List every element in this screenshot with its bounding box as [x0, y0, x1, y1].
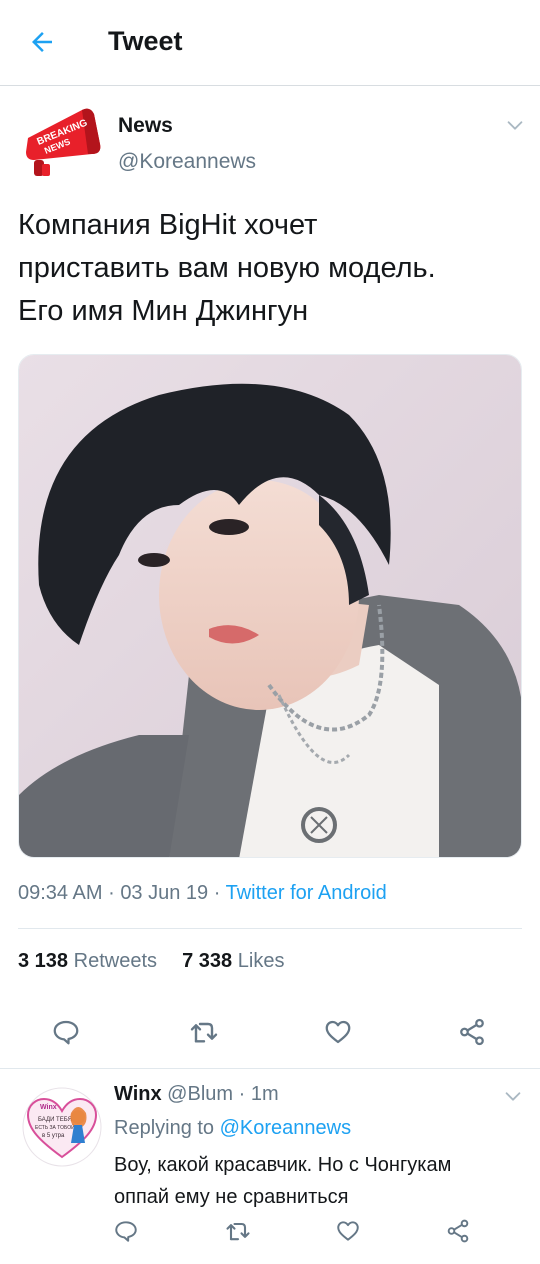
reply-button[interactable] — [106, 1211, 146, 1251]
share-icon — [447, 1219, 469, 1243]
retweets-count: 3 138 — [18, 950, 69, 972]
author-name[interactable]: News — [118, 114, 173, 138]
reply-tweet[interactable]: Winx БАДИ ТЕБЯ ЕСТЬ ЗА ТОБОЙ в 5 утра Wi… — [0, 1069, 540, 1264]
reply-icon — [53, 1020, 79, 1045]
like-icon — [325, 1020, 351, 1044]
tweet-time: 09:34 AM — [18, 882, 103, 904]
reply-menu-button[interactable] — [502, 1085, 524, 1107]
likes-stat[interactable]: 7 338 Likes — [182, 950, 284, 972]
tweet-text-line: Компания BigHit хочет — [18, 209, 318, 241]
tweet-text-line: приставить вам новую модель. — [18, 252, 436, 284]
tweet-source-link[interactable]: Twitter for Android — [226, 882, 387, 904]
reply-author-name[interactable]: Winx — [114, 1083, 162, 1105]
arrow-left-icon — [32, 32, 52, 52]
replying-to: Replying to @Koreannews — [114, 1117, 351, 1140]
winx-heart-avatar-icon: Winx БАДИ ТЕБЯ ЕСТЬ ЗА ТОБОЙ в 5 утра — [22, 1087, 102, 1167]
reply-button[interactable] — [44, 1010, 88, 1054]
meta-separator: · — [213, 882, 221, 904]
like-button[interactable] — [328, 1211, 368, 1251]
avatar[interactable]: Winx БАДИ ТЕБЯ ЕСТЬ ЗА ТОБОЙ в 5 утра — [22, 1087, 102, 1167]
replying-to-mention[interactable]: @Koreannews — [220, 1117, 351, 1139]
reply-text-line: оппай ему не сравниться — [114, 1186, 349, 1208]
tweet-date: 03 Jun 19 — [120, 882, 209, 904]
share-button[interactable] — [438, 1211, 478, 1251]
reply-header: Winx @Blum · 1m — [114, 1083, 279, 1106]
breaking-news-megaphone-icon: BREAKING NEWS — [26, 108, 101, 176]
tweet-text: Компания BigHit хочет приставить вам нов… — [18, 204, 522, 333]
retweet-button[interactable] — [182, 1010, 226, 1054]
share-icon — [460, 1018, 484, 1046]
portrait-photo — [19, 355, 521, 857]
author-handle[interactable]: @Koreannews — [118, 150, 256, 174]
tweet-meta: 09:34 AM · 03 Jun 19 · Twitter for Andro… — [18, 882, 387, 905]
reply-author-handle[interactable]: @Blum — [167, 1083, 233, 1105]
reply-text: Воу, какой красавчик. Но с Чонгукам оппа… — [114, 1149, 524, 1213]
like-icon — [337, 1221, 359, 1241]
page-title: Tweet — [108, 26, 183, 56]
divider — [18, 928, 522, 929]
tweet-photo[interactable] — [18, 354, 522, 858]
tweet-text-line: Его имя Мин Джингун — [18, 295, 309, 327]
reply-icon — [115, 1221, 137, 1242]
chevron-down-icon — [507, 121, 523, 130]
like-button[interactable] — [316, 1010, 360, 1054]
avatar-text-line3: в 5 утра — [42, 1133, 65, 1139]
tweet-actions — [0, 1010, 540, 1054]
tweet-author: BREAKING NEWS News @Koreannews — [18, 100, 528, 190]
tweet-menu-button[interactable] — [504, 114, 526, 136]
reply-actions — [0, 1211, 540, 1251]
likes-label: Likes — [237, 950, 285, 972]
retweets-label: Retweets — [73, 950, 157, 972]
retweet-icon — [190, 1022, 218, 1043]
avatar[interactable]: BREAKING NEWS — [20, 104, 104, 180]
retweet-button[interactable] — [218, 1211, 258, 1251]
reply-time: 1m — [250, 1083, 279, 1105]
retweet-icon — [226, 1222, 250, 1241]
chevron-down-icon — [505, 1092, 521, 1101]
avatar-text-line1: БАДИ ТЕБЯ — [38, 1117, 72, 1123]
avatar-text-line2: ЕСТЬ ЗА ТОБОЙ — [35, 1123, 75, 1131]
meta-separator: · — [108, 882, 115, 904]
reply-text-line: Воу, какой красавчик. Но с Чонгукам — [114, 1154, 452, 1176]
retweets-stat[interactable]: 3 138 Retweets — [18, 950, 157, 972]
avatar-text-winx: Winx — [40, 1104, 57, 1111]
tweet-stats: 3 138 Retweets 7 338 Likes — [18, 950, 284, 973]
share-button[interactable] — [450, 1010, 494, 1054]
replying-label: Replying to — [114, 1117, 215, 1139]
likes-count: 7 338 — [182, 950, 233, 972]
meta-separator: · — [238, 1083, 246, 1105]
back-button[interactable] — [24, 24, 60, 60]
app-header: Tweet — [0, 0, 540, 86]
